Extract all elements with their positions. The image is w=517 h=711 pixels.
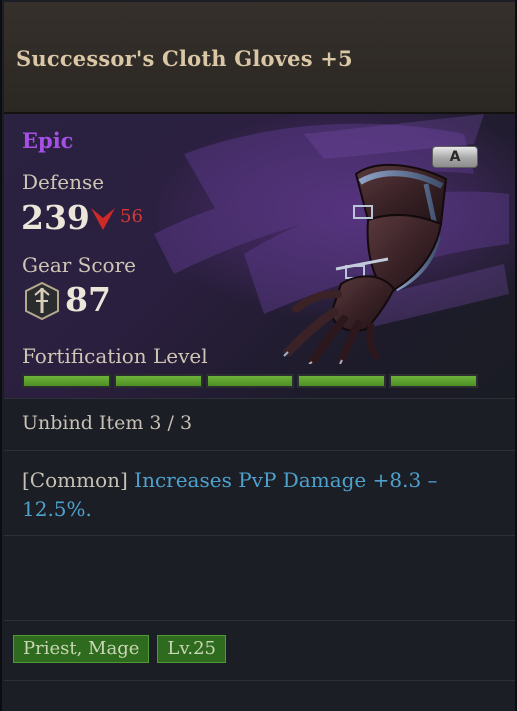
divider bbox=[4, 398, 515, 399]
divider bbox=[4, 450, 515, 451]
fortification-segment bbox=[22, 374, 111, 388]
rarity-label: Epic bbox=[22, 128, 74, 153]
gear-score-label: Gear Score bbox=[22, 253, 136, 277]
item-name: Successor's Cloth Gloves +5 bbox=[16, 46, 353, 71]
gear-score-value: 87 bbox=[65, 280, 111, 319]
effect-tier: [Common] bbox=[22, 468, 128, 492]
divider bbox=[4, 680, 515, 681]
divider bbox=[4, 535, 515, 536]
divider bbox=[4, 620, 515, 621]
fortification-segment-fill bbox=[391, 376, 476, 386]
fortification-segment-fill bbox=[24, 376, 109, 386]
fortification-segment bbox=[389, 374, 478, 388]
unbind-count: Unbind Item 3 / 3 bbox=[22, 412, 193, 434]
title-bar: Successor's Cloth Gloves +5 bbox=[4, 2, 515, 114]
level-requirement-tag: Lv.25 bbox=[157, 635, 227, 663]
defense-value: 239 bbox=[21, 198, 90, 237]
fortification-segment-fill bbox=[207, 376, 293, 386]
fortification-label: Fortification Level bbox=[22, 344, 208, 368]
cloth-gloves-icon bbox=[283, 163, 448, 364]
item-effect: [Common] Increases PvP Damage +8.3 – 12.… bbox=[22, 466, 492, 524]
defense-diff: 56 bbox=[120, 206, 143, 227]
fortification-segment-fill bbox=[299, 376, 385, 386]
fortification-segment bbox=[297, 374, 387, 388]
gear-score-sword-icon bbox=[25, 282, 59, 320]
fortification-segment bbox=[113, 374, 203, 388]
item-tooltip: Successor's Cloth Gloves +5 Epic A Defen… bbox=[0, 0, 517, 711]
defense-label: Defense bbox=[22, 170, 105, 194]
requirement-tags: Priest, Mage Lv.25 bbox=[13, 635, 227, 663]
fortification-level-bar bbox=[22, 374, 478, 388]
fortification-segment-fill bbox=[115, 376, 201, 386]
class-requirement-tag: Priest, Mage bbox=[13, 635, 150, 663]
item-hero-panel: Epic A Defense 239 56 Gear Score 87 Fort… bbox=[4, 114, 515, 398]
decrease-arrow-icon bbox=[91, 208, 115, 230]
fortification-segment bbox=[205, 374, 295, 388]
